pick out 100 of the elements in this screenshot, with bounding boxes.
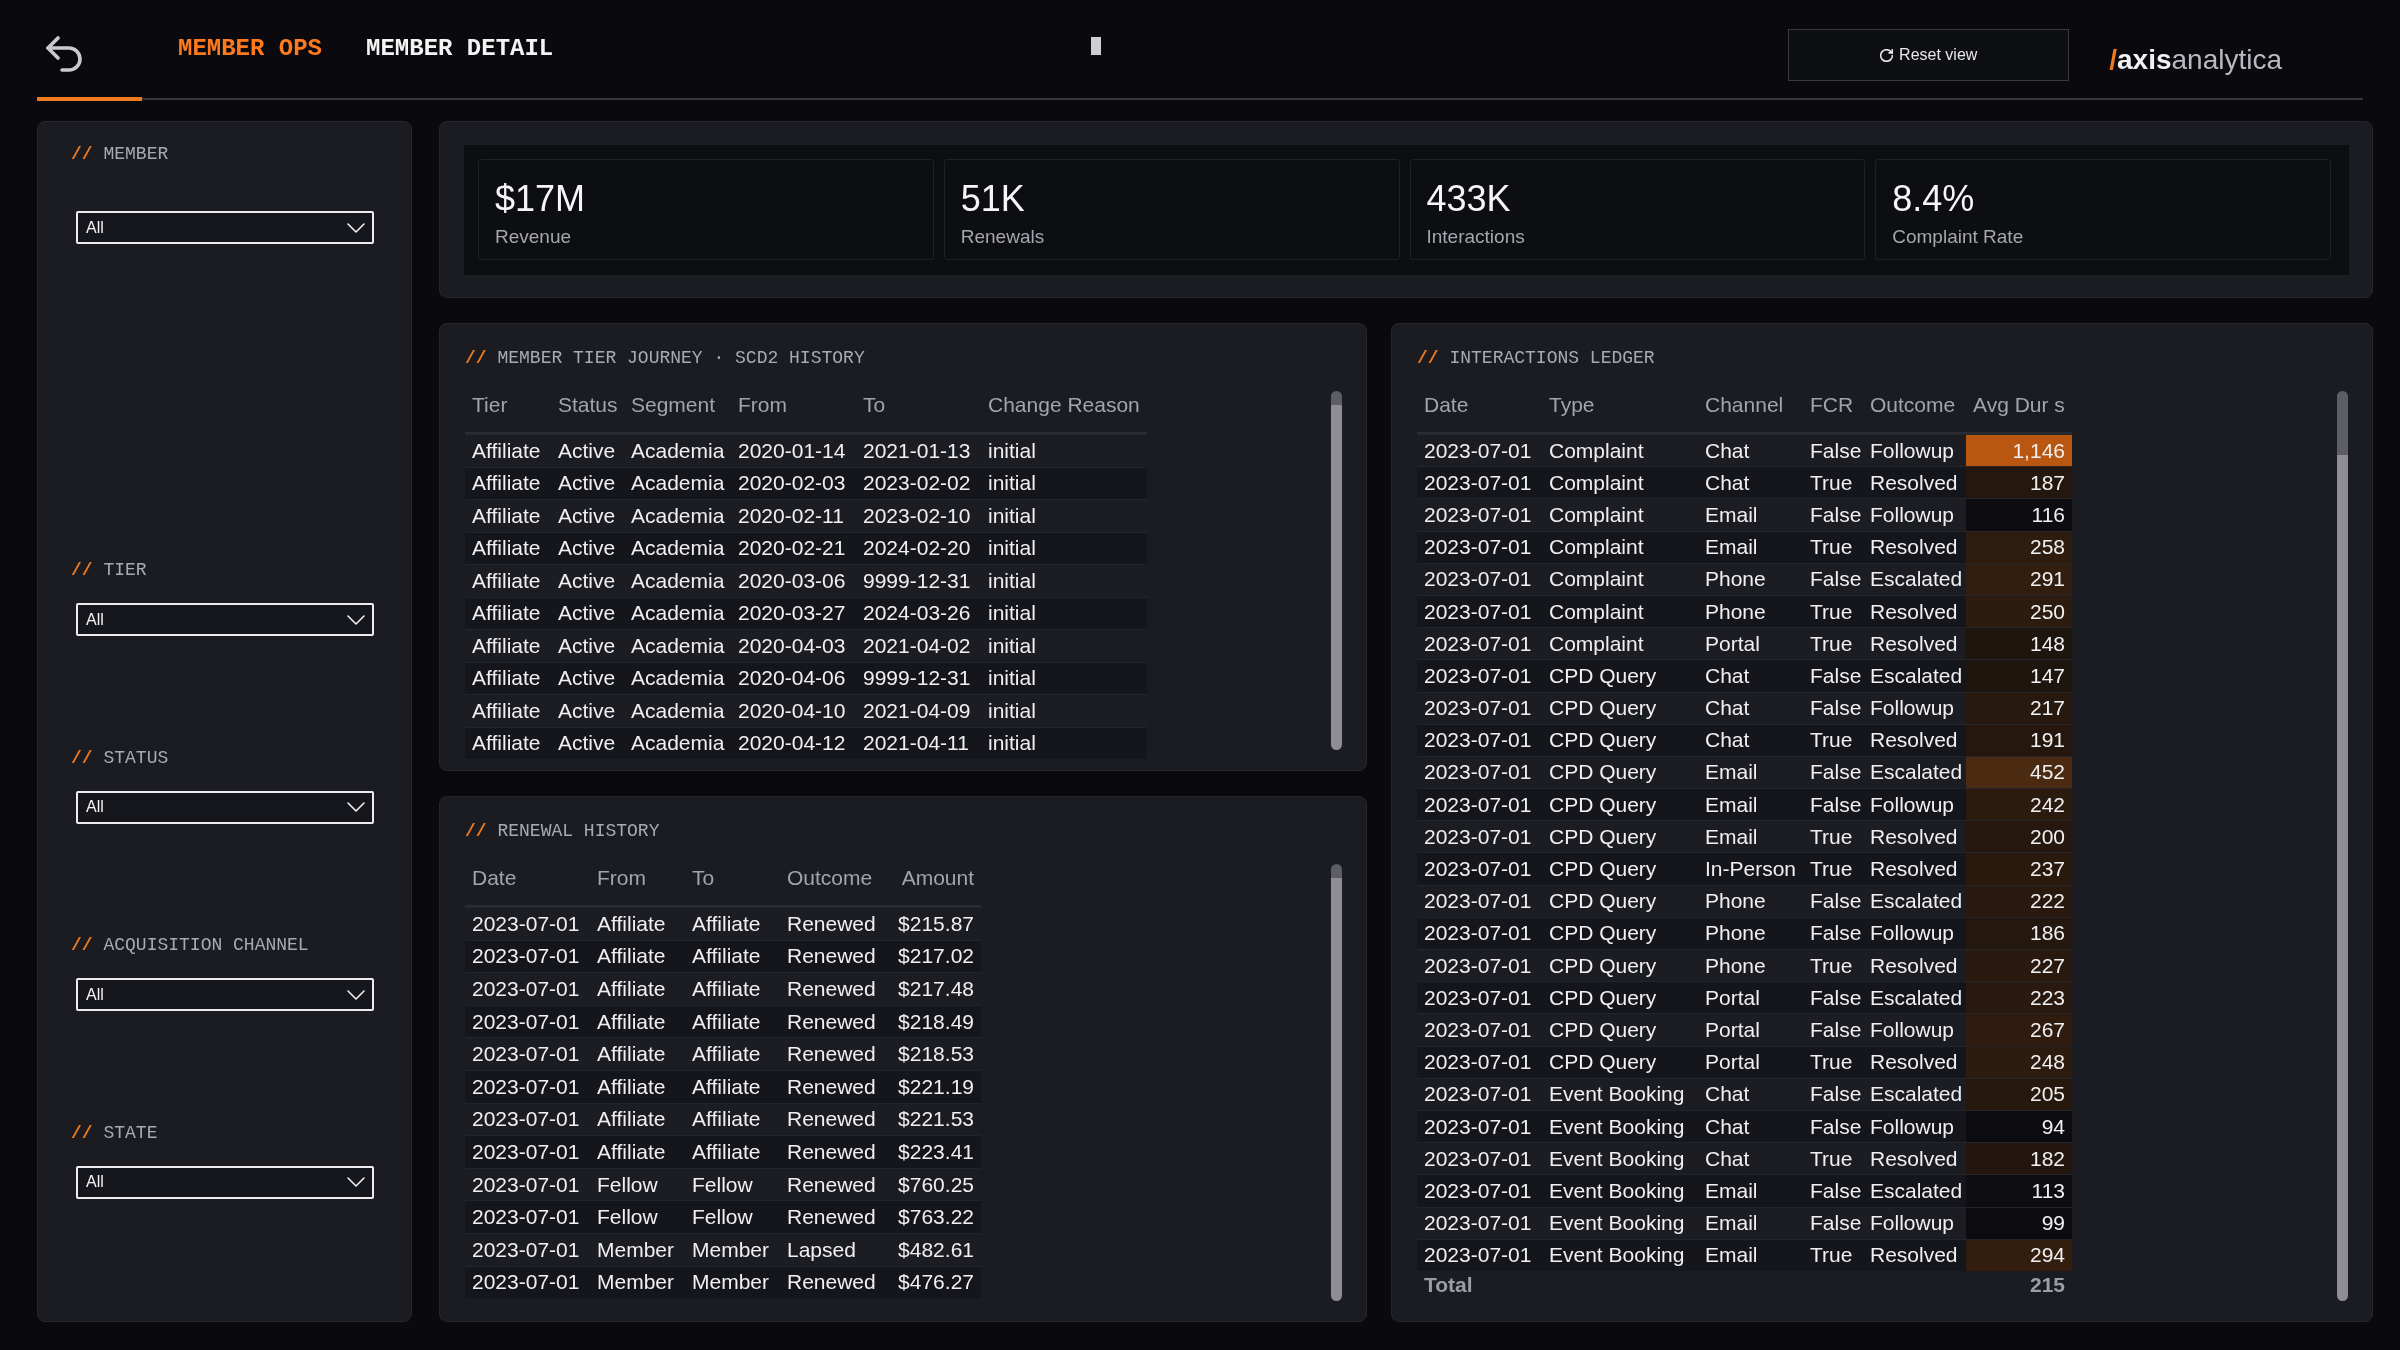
nav-tab[interactable]: MEMBER DETAIL bbox=[366, 34, 554, 64]
table-cell-text: initial bbox=[987, 665, 1037, 692]
table-cell-text: 2020-04-12 bbox=[737, 730, 847, 757]
table-cell-text: Affiliate bbox=[596, 1008, 667, 1035]
table-cell-text: $482.61 bbox=[897, 1236, 975, 1263]
table-cell-text: 2023-07-01 bbox=[1423, 727, 1533, 754]
table-cell-text: Affiliate bbox=[691, 910, 762, 937]
table-cell-text: 2023-02-10 bbox=[862, 502, 972, 529]
filter-dropdown[interactable]: All bbox=[76, 978, 374, 1011]
column-header: Date bbox=[471, 865, 518, 891]
chevron-down-icon bbox=[347, 614, 365, 625]
table-cell-text: $217.02 bbox=[897, 943, 975, 970]
table-cell-text: Renewed bbox=[786, 943, 877, 970]
table-cell-text: 2023-07-01 bbox=[1423, 566, 1533, 593]
duration-cell: 186 bbox=[1966, 917, 2072, 949]
table-cell-text: Complaint bbox=[1548, 437, 1645, 464]
table-cell-text: Resolved bbox=[1869, 1049, 1959, 1076]
table-cell-text: Event Booking bbox=[1548, 1177, 1686, 1204]
table-cell-text: initial bbox=[987, 470, 1037, 497]
table-cell-text: False bbox=[1809, 791, 1863, 818]
table-cell-text: 2023-07-01 bbox=[471, 976, 581, 1002]
table-cell-text: 2020-02-21 bbox=[737, 535, 847, 562]
table-cell-text: Affiliate bbox=[596, 1041, 667, 1068]
table-cell-text: Event Booking bbox=[1548, 1081, 1686, 1108]
table-cell-text: 2023-07-01 bbox=[1423, 920, 1533, 947]
table-cell-text: Phone bbox=[1704, 952, 1767, 979]
table-cell-text: Resolved bbox=[1869, 952, 1959, 979]
duration-cell: 113 bbox=[1966, 1175, 2072, 1207]
table-cell-text: False bbox=[1809, 501, 1863, 528]
column-header: FCR bbox=[1809, 392, 1855, 418]
column-header: Outcome bbox=[786, 865, 874, 891]
duration-cell: 452 bbox=[1966, 756, 2072, 789]
table-cell-text: Email bbox=[1704, 1242, 1759, 1269]
table-cell-text: Email bbox=[1704, 759, 1759, 786]
table-cell-text: Fellow bbox=[596, 1204, 659, 1231]
table-cell-text: 2023-07-01 bbox=[1423, 534, 1533, 561]
table-cell-text: 2021-04-02 bbox=[862, 632, 972, 659]
table-cell-text: 2021-04-09 bbox=[862, 697, 972, 724]
table-cell-text: 2023-07-01 bbox=[471, 1138, 581, 1165]
table-cell-text: False bbox=[1809, 662, 1863, 689]
filter-dropdown[interactable]: All bbox=[76, 603, 374, 636]
kpi-label: Revenue bbox=[495, 226, 572, 248]
column-header: From bbox=[596, 865, 647, 891]
table-cell-text: Active bbox=[557, 665, 617, 692]
table-cell-text: $221.19 bbox=[897, 1073, 975, 1100]
table-cell-text: Affiliate bbox=[596, 1106, 667, 1133]
table-cell-text: Affiliate bbox=[691, 1106, 762, 1133]
nav-tab[interactable]: MEMBER OPS bbox=[178, 34, 323, 64]
scrollbar[interactable] bbox=[1331, 391, 1342, 750]
kpi-label: Renewals bbox=[960, 226, 1045, 248]
table-cell-text: Chat bbox=[1704, 695, 1751, 722]
duration-cell: 200 bbox=[1966, 821, 2072, 853]
filter-dropdown[interactable]: All bbox=[76, 790, 374, 824]
reset-view-button[interactable]: Reset view bbox=[1788, 29, 2070, 81]
table-cell-text: Event Booking bbox=[1548, 1242, 1686, 1269]
table-cell-text: 2023-07-01 bbox=[1423, 695, 1533, 722]
table-cell-text: Followup bbox=[1869, 920, 1956, 947]
table-cell-text: Active bbox=[557, 697, 617, 724]
table-cell-text: False bbox=[1809, 984, 1863, 1011]
filter-label: // STATE bbox=[71, 1121, 158, 1144]
table-cell-text: Complaint bbox=[1548, 534, 1645, 561]
total-value: 215 bbox=[2028, 1271, 2066, 1298]
table-cell-text: Affiliate bbox=[691, 943, 762, 970]
column-header: From bbox=[737, 392, 788, 418]
kpi-label: Interactions bbox=[1426, 226, 1525, 248]
duration-cell: 1,146 bbox=[1966, 435, 2072, 467]
table-cell-text: Chat bbox=[1704, 437, 1751, 464]
scrollbar[interactable] bbox=[2337, 391, 2348, 1301]
table-cell-text: False bbox=[1809, 566, 1863, 593]
table-cell-text: True bbox=[1809, 952, 1854, 979]
table-cell-text: Affiliate bbox=[471, 470, 542, 497]
duration-cell: 294 bbox=[1966, 1239, 2072, 1271]
table-cell-text: True bbox=[1809, 630, 1854, 657]
table-cell-text: Complaint bbox=[1548, 501, 1645, 528]
kpi-value: $17M bbox=[495, 179, 586, 219]
table-cell-text: Chat bbox=[1704, 727, 1751, 754]
table-cell-text: $223.41 bbox=[897, 1138, 975, 1165]
table-cell-text: 2021-04-11 bbox=[862, 730, 970, 757]
table-cell-text: 9999-12-31 bbox=[862, 567, 972, 594]
table-cell-text: Renewed bbox=[786, 1008, 877, 1035]
table-cell-text: Portal bbox=[1704, 984, 1761, 1011]
table-cell-text: 2023-07-01 bbox=[1423, 856, 1533, 883]
table-cell-text: initial bbox=[987, 502, 1037, 529]
table-cell-text: 2020-02-11 bbox=[737, 502, 845, 529]
table-cell-text: Followup bbox=[1869, 1113, 1956, 1140]
table-cell-text: Affiliate bbox=[471, 600, 542, 627]
duration-cell: 227 bbox=[1966, 950, 2072, 982]
column-header: Amount bbox=[900, 865, 975, 891]
table-cell-text: Active bbox=[557, 502, 617, 529]
table-cell-text: Fellow bbox=[691, 1171, 754, 1198]
duration-cell: 217 bbox=[1966, 692, 2072, 724]
table-cell-text: 2023-07-01 bbox=[1423, 1113, 1533, 1140]
table-cell-text: $221.53 bbox=[897, 1106, 975, 1133]
duration-cell: 250 bbox=[1966, 595, 2072, 628]
filter-dropdown[interactable]: All bbox=[76, 1165, 374, 1199]
table-cell-text: Renewed bbox=[786, 1269, 877, 1296]
table-cell-text: Academia bbox=[630, 470, 726, 497]
scrollbar[interactable] bbox=[1331, 864, 1342, 1301]
table-cell-text: 2023-07-01 bbox=[1423, 823, 1533, 850]
filter-dropdown[interactable]: All bbox=[76, 211, 374, 244]
